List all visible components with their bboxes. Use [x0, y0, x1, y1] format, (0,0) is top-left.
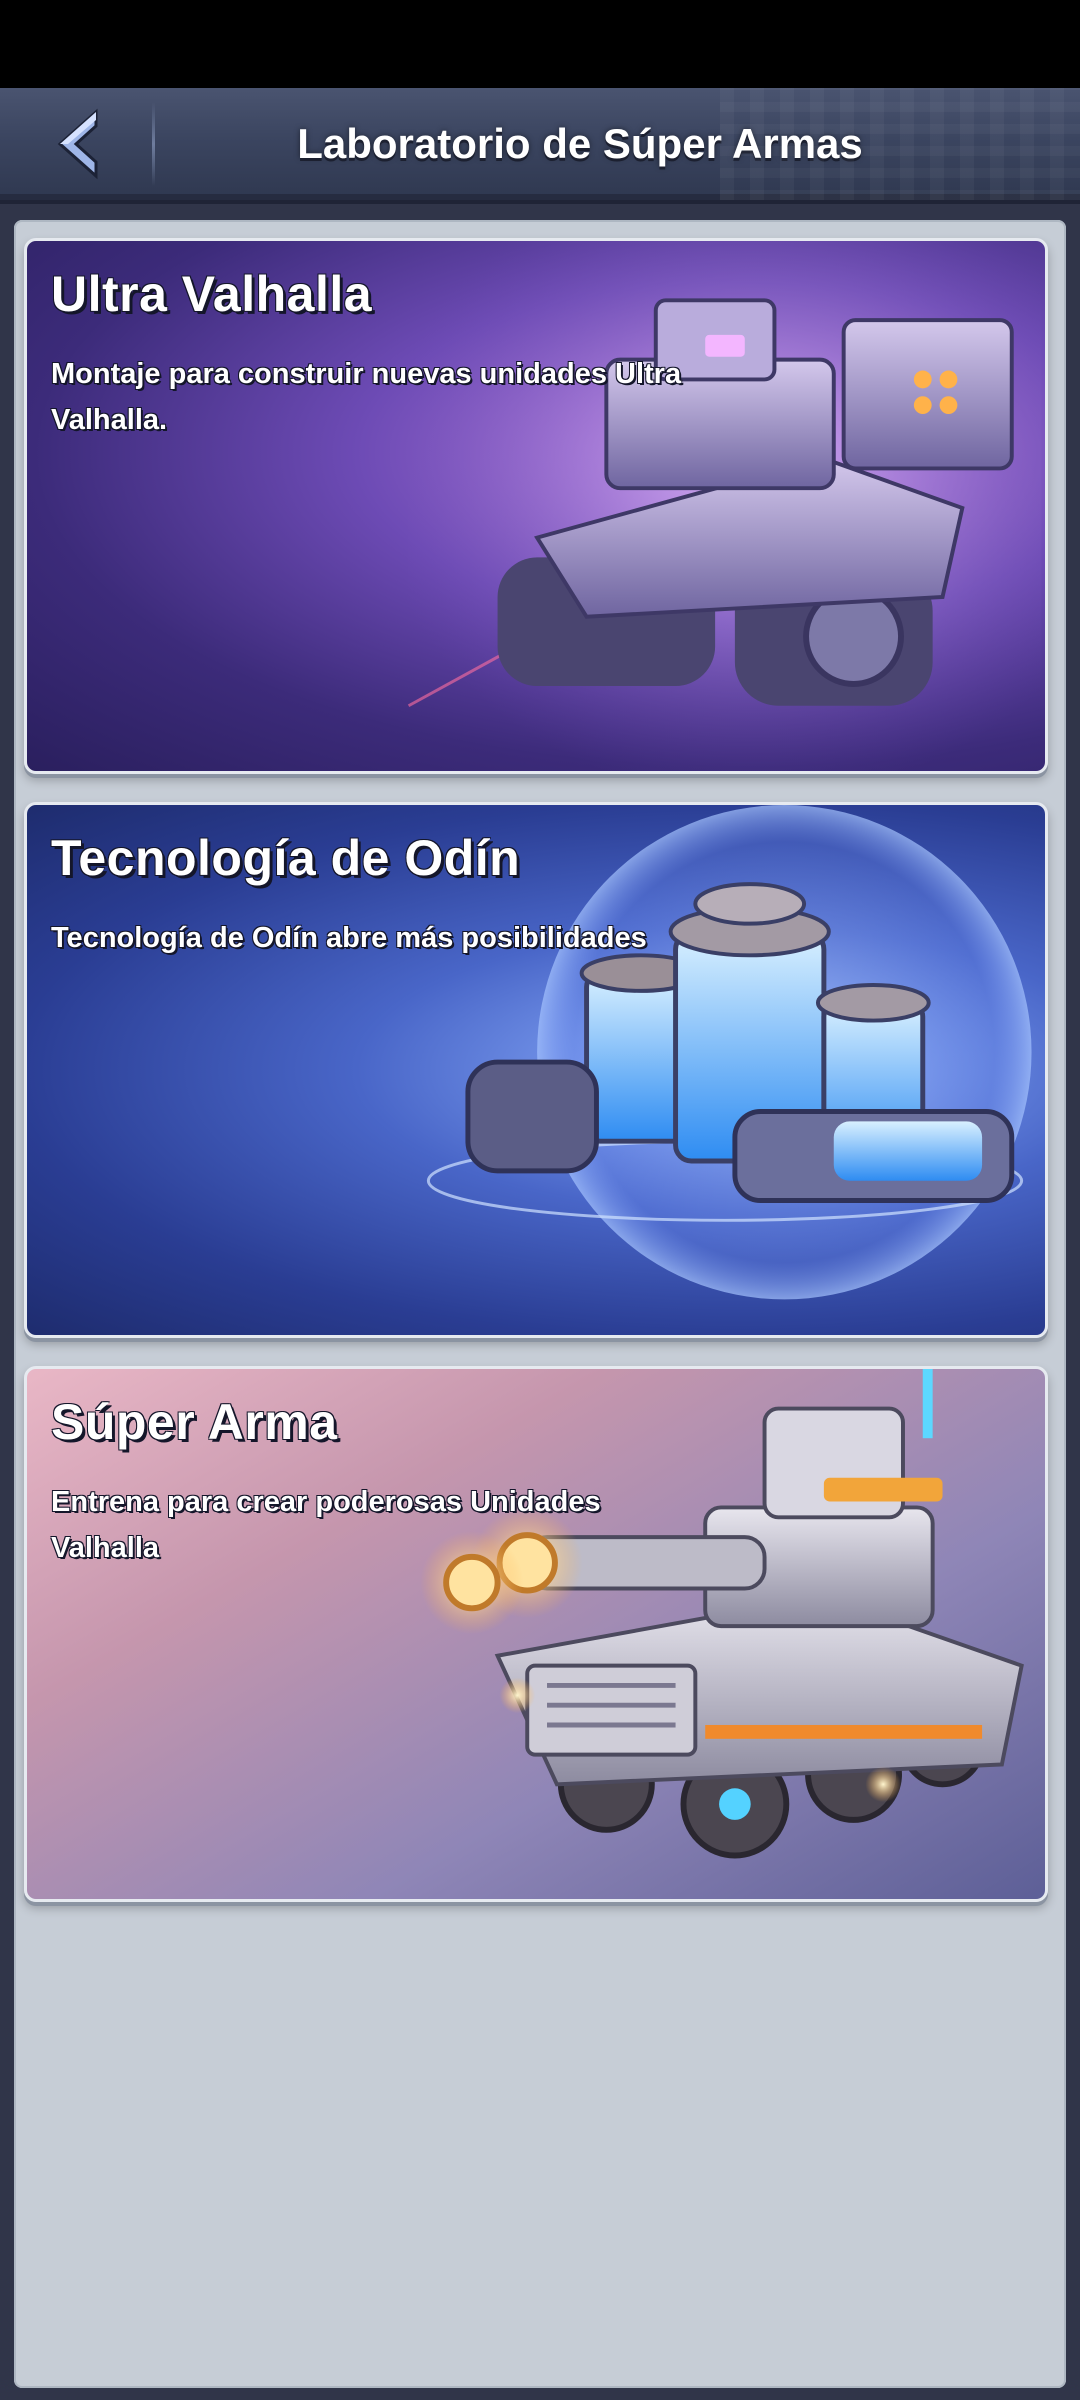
ultra-valhalla-tank-art — [407, 241, 1042, 771]
header-bar: Laboratorio de Súper Armas — [0, 88, 1080, 204]
card-title: Súper Arma — [51, 1394, 338, 1450]
card-description: Montaje para construir nuevas unidades U… — [51, 358, 682, 436]
card-ultra-valhalla[interactable]: Ultra Valhalla Montaje para construir nu… — [24, 238, 1048, 774]
card-super-arma[interactable]: Súper Arma Entrena para crear poderosas … — [24, 1366, 1048, 1902]
content-panel: Ultra Valhalla Montaje para construir nu… — [14, 220, 1066, 2388]
super-weapon-armored-vehicle-art — [420, 1369, 1024, 1859]
card-title: Tecnología de Odín — [51, 830, 521, 886]
page-title: Laboratorio de Súper Armas — [297, 120, 863, 167]
header-divider — [152, 102, 155, 186]
back-button[interactable] — [28, 104, 128, 184]
card-description: Tecnología de Odín abre más posibilidade… — [51, 922, 647, 954]
card-description: Entrena para crear poderosas Unidades Va… — [51, 1486, 601, 1564]
card-title: Ultra Valhalla — [51, 266, 373, 322]
status-bar — [0, 0, 1080, 88]
card-tecnologia-de-odin[interactable]: Tecnología de Odín Tecnología de Odín ab… — [24, 802, 1048, 1338]
chevron-left-icon — [57, 108, 98, 180]
